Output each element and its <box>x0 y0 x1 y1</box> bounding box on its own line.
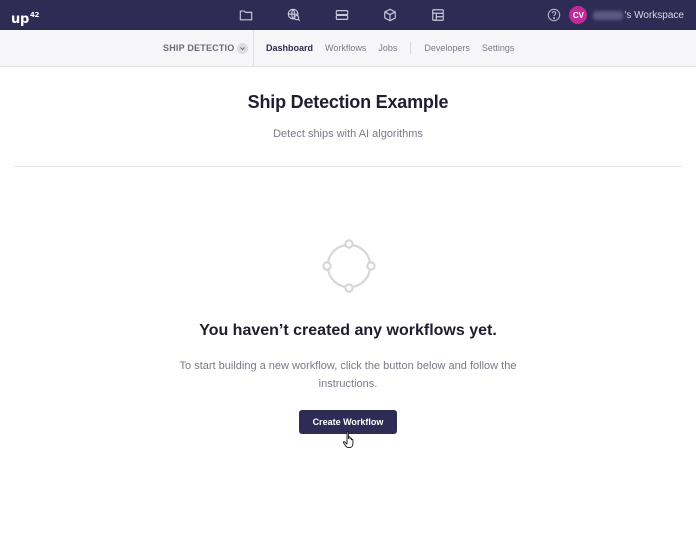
storage-icon[interactable] <box>328 0 356 30</box>
redacted-username <box>593 10 624 20</box>
project-tabs: Dashboard Workflows Jobs Developers Sett… <box>266 30 514 66</box>
top-navigation-bar: up42 CV 's Workspace <box>0 0 696 30</box>
top-icon-group <box>232 0 472 30</box>
project-navigation-bar: SHIP DETECTIO Dashboard Workflows Jobs D… <box>0 30 696 67</box>
page-title: Ship Detection Example <box>247 92 449 112</box>
workspace-selector[interactable]: 's Workspace <box>593 10 684 21</box>
app-logo[interactable]: up42 <box>11 7 39 28</box>
question-circle-icon[interactable] <box>547 8 561 22</box>
tab-dashboard[interactable]: Dashboard <box>266 43 313 53</box>
tab-workflows[interactable]: Workflows <box>325 43 366 53</box>
workspace-label: 's Workspace <box>624 9 684 21</box>
logo-text: up <box>11 12 29 27</box>
empty-state-text: To start building a new workflow, click … <box>179 360 517 390</box>
chevron-down-icon <box>237 42 249 54</box>
project-divider <box>253 30 254 66</box>
page-subtitle: Detect ships with AI algorithms <box>273 128 423 140</box>
tab-divider <box>410 42 412 54</box>
workflow-nodes-icon <box>322 239 376 293</box>
cube-icon[interactable] <box>376 0 404 30</box>
folder-icon[interactable] <box>232 0 260 30</box>
tab-jobs[interactable]: Jobs <box>378 43 397 53</box>
globe-search-icon[interactable] <box>280 0 308 30</box>
user-avatar[interactable]: CV <box>569 6 588 24</box>
create-workflow-button[interactable]: Create Workflow <box>299 410 397 434</box>
tab-settings[interactable]: Settings <box>482 43 515 53</box>
empty-state-title: You haven’t created any workflows yet. <box>199 322 497 339</box>
tab-developers[interactable]: Developers <box>424 43 470 53</box>
top-right-group: CV 's Workspace <box>547 0 684 30</box>
project-name: SHIP DETECTIO <box>163 43 235 53</box>
project-selector[interactable]: SHIP DETECTIO <box>163 30 249 66</box>
marketplace-icon[interactable] <box>424 0 452 30</box>
logo-superscript: 42 <box>29 11 40 19</box>
header-divider <box>14 166 682 167</box>
